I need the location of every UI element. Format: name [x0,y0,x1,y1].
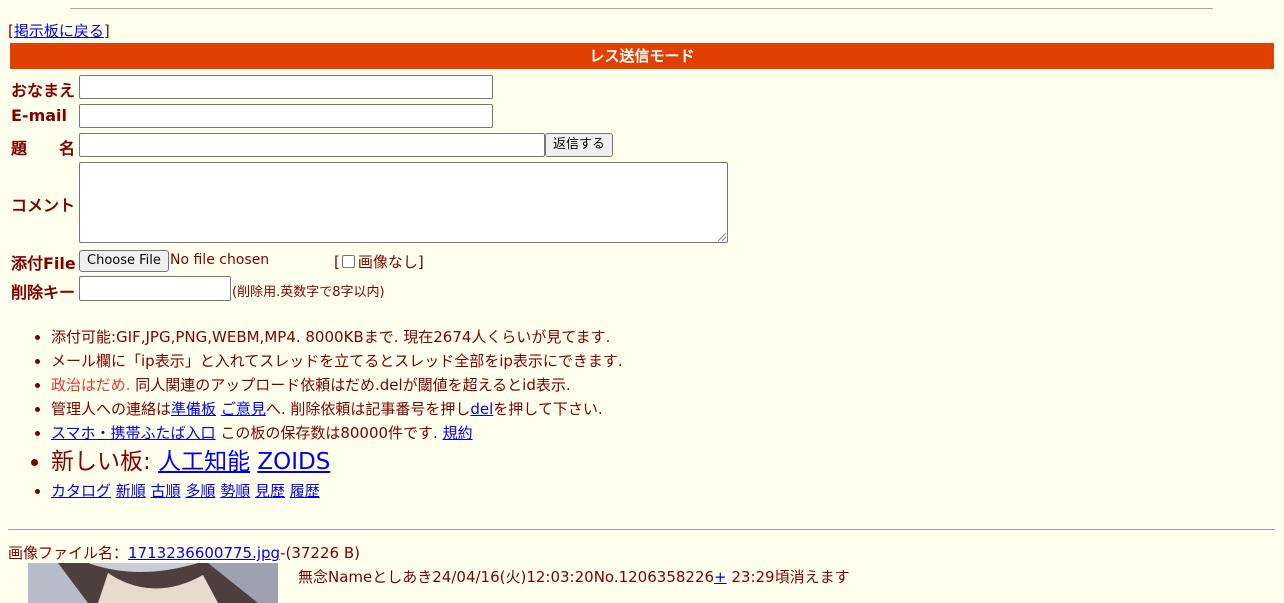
list-item: 新しい板: 人工知能 ZOIDS [51,445,623,479]
image-file-link[interactable]: 1713236600775.jpg [128,544,280,562]
comment-textarea[interactable] [79,162,728,243]
no-image-label: 画像なし [357,253,418,271]
contact-text: 管理人への連絡は [51,400,172,418]
mobile-entrance-link[interactable]: スマホ・携帯ふたば入口 [51,424,216,442]
sort-momentum-link[interactable]: 勢順 [220,482,250,500]
bracket-close: ] [417,253,424,271]
list-item: 添付可能:GIF,JPG,PNG,WEBM,MP4. 8000KBまで. 現在2… [51,325,623,349]
feedback-link[interactable]: ご意見 [221,400,266,418]
reply-mode-bar: レス送信モード [10,43,1274,69]
delete-request-text: へ. 削除依頼は記事番号を押し [265,400,471,418]
no-file-chosen-text: No file chosen [170,252,270,268]
politics-warning-text: 政治はだめ. [51,376,131,394]
post-file-info: 画像ファイル名：1713236600775.jpg-(37226 B) [8,542,360,563]
sort-oldest-link[interactable]: 古順 [151,482,181,500]
thumbnail-image [28,563,278,603]
new-board-ai-link[interactable]: 人工知能 [158,449,250,475]
post-header: 無念Nameとしあき24/04/16(火)12:03:20No.12063582… [298,566,850,587]
post-thumbnail[interactable] [28,563,278,603]
delete-key-input[interactable] [79,276,231,301]
list-item: カタログ 新順 古順 多順 勢順 見歴 履歴 [51,479,623,503]
file-name-label: 画像ファイル名： [8,544,129,562]
subject-input[interactable] [79,133,545,157]
subject-label: 題 名 [11,139,76,158]
top-divider [70,8,1213,9]
ip-display-info-text: メール欄に「ip表示」と入れてスレッドを立てるとスレッド全部をip表示にできます… [51,352,623,370]
thread-divider [8,529,1275,530]
delete-request-text-end: を押して下さい. [493,400,603,418]
new-boards-label: 新しい板: [51,449,159,475]
sort-most-link[interactable]: 多順 [185,482,215,500]
list-item: 政治はだめ. 同人関連のアップロード依頼はだめ.delが閾値を超えるとid表示. [51,373,623,397]
storage-info-text: この板の保存数は80000件です. [215,424,443,442]
catalog-link[interactable]: カタログ [51,482,111,500]
list-item: 管理人への連絡は準備板 ご意見へ. 削除依頼は記事番号を押しdelを押して下さい… [51,397,623,421]
delete-key-label: 削除キー [11,283,76,302]
resize-handle-icon[interactable] [718,233,726,241]
back-to-board-link[interactable]: 掲示板に戻る [14,22,104,40]
comment-label: コメント [11,196,76,215]
submit-reply-button[interactable]: 返信する [545,133,614,157]
new-board-zoids-link[interactable]: ZOIDS [257,449,330,475]
file-size: -(37226 B) [280,544,360,562]
email-label: E-mail [11,106,68,125]
post-meta-text: 無念Nameとしあき24/04/16(火)12:03:20No.12063582… [298,568,715,586]
del-link[interactable]: del [470,400,493,418]
list-item: メール欄に「ip表示」と入れてスレッドを立てるとスレッド全部をip表示にできます… [51,349,623,373]
bracket-close: ] [103,22,110,40]
terms-link[interactable]: 規約 [443,424,473,442]
history-link[interactable]: 履歴 [290,482,320,500]
email-input[interactable] [79,104,493,128]
plus-link[interactable]: + [714,568,727,586]
delete-key-hint: (削除用.英数字で8字以内) [232,285,385,300]
upload-rule-text: 同人関連のアップロード依頼はだめ.delが閾値を超えるとid表示. [130,376,571,394]
prep-board-link[interactable]: 準備板 [171,400,216,418]
sort-newest-link[interactable]: 新順 [116,482,146,500]
rules-list: 添付可能:GIF,JPG,PNG,WEBM,MP4. 8000KBまで. 現在2… [0,325,623,503]
no-image-option: [ 画像なし] [334,251,424,272]
list-item: スマホ・携帯ふたば入口 この板の保存数は80000件です. 規約 [51,421,623,445]
expire-text: 23:29頃消えます [726,568,850,586]
file-label: 添付File [11,254,76,273]
choose-file-button[interactable]: Choose File [79,250,169,272]
name-input[interactable] [79,75,493,99]
bracket-open: [ [334,253,340,271]
name-label: おなまえ [11,81,76,100]
no-image-checkbox[interactable] [341,255,355,268]
upload-info-text: 添付可能:GIF,JPG,PNG,WEBM,MP4. 8000KBまで. 現在2… [51,328,611,346]
view-history-link[interactable]: 見歴 [255,482,285,500]
back-nav: [掲示板に戻る] [8,20,110,41]
